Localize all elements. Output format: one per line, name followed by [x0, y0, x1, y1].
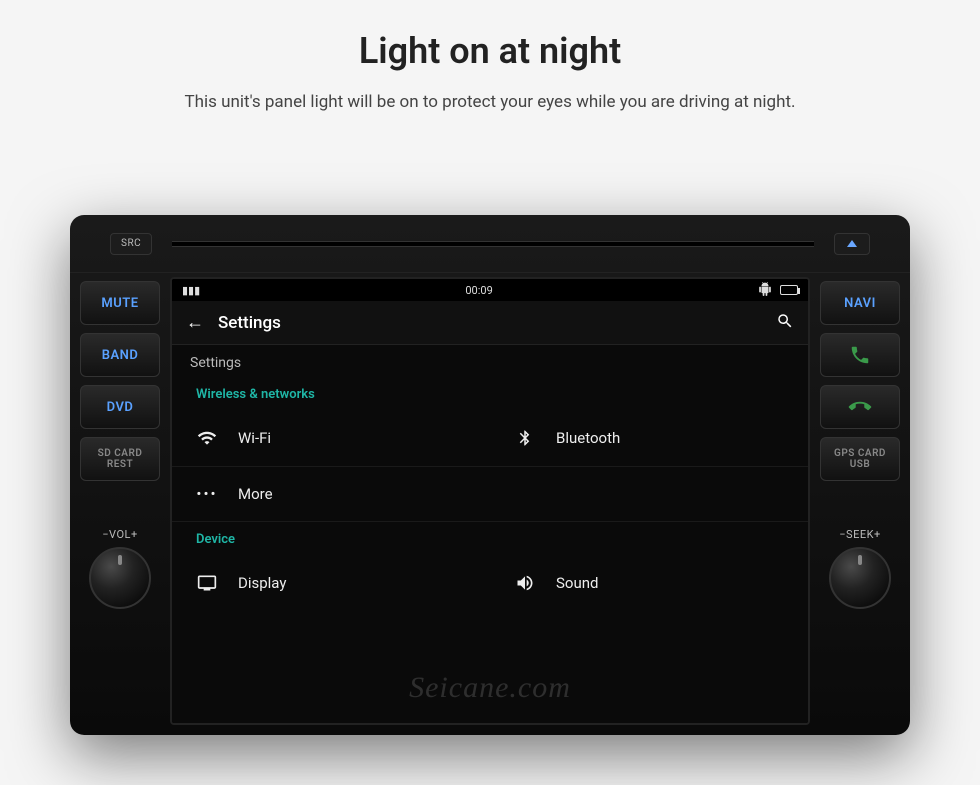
wifi-icon — [196, 428, 218, 448]
mute-button[interactable]: MUTE — [80, 281, 160, 325]
page-subtitle: This unit's panel light will be on to pr… — [0, 92, 980, 112]
seek-knob[interactable] — [829, 547, 891, 609]
touch-screen: ▮▮▮ 00:09 ← Settings — [170, 277, 810, 725]
band-button[interactable]: BAND — [80, 333, 160, 377]
usb-label: USB — [850, 459, 871, 470]
bluetooth-item[interactable]: Bluetooth — [490, 410, 808, 466]
section-device-title: Device — [172, 522, 808, 555]
sound-icon — [514, 573, 536, 593]
signal-icon: ▮▮▮ — [182, 284, 200, 297]
more-label: More — [238, 485, 273, 503]
status-bar: ▮▮▮ 00:09 — [172, 279, 808, 301]
seek-knob-label: −SEEK+ — [839, 528, 880, 541]
section-wireless-title: Wireless & networks — [172, 377, 808, 410]
dvd-button[interactable]: DVD — [80, 385, 160, 429]
battery-icon — [780, 285, 798, 295]
phone-answer-icon — [849, 344, 871, 366]
settings-body: Settings Wireless & networks Wi-Fi Bluet… — [172, 345, 808, 723]
volume-knob-label: −VOL+ — [102, 528, 137, 541]
sdcard-label: SD CARD — [98, 448, 143, 459]
appbar-title: Settings — [218, 313, 281, 333]
android-icon — [758, 282, 772, 299]
display-label: Display — [238, 574, 286, 592]
rest-label: REST — [107, 459, 133, 470]
volume-knob[interactable] — [89, 547, 151, 609]
bluetooth-icon — [514, 429, 536, 447]
sound-item[interactable]: Sound — [490, 555, 808, 611]
navi-button[interactable]: NAVI — [820, 281, 900, 325]
unit-top-panel: SRC — [70, 215, 910, 273]
app-bar: ← Settings — [172, 301, 808, 345]
left-button-column: MUTE BAND DVD SD CARD REST −VOL+ — [70, 273, 170, 735]
bluetooth-label: Bluetooth — [556, 429, 620, 447]
phone-answer-button[interactable] — [820, 333, 900, 377]
sdcard-rest-button[interactable]: SD CARD REST — [80, 437, 160, 481]
wifi-label: Wi-Fi — [238, 429, 271, 447]
right-button-column: NAVI GPS CARD USB −SEEK+ — [810, 273, 910, 735]
eject-button[interactable] — [834, 233, 870, 255]
settings-subheader: Settings — [172, 345, 808, 377]
eject-icon — [847, 240, 857, 247]
search-icon[interactable] — [776, 312, 794, 334]
statusbar-time: 00:09 — [465, 284, 492, 297]
page-title: Light on at night — [0, 30, 980, 72]
head-unit: SRC MUTE BAND DVD SD CARD REST −VOL+ ▮▮ — [70, 215, 910, 735]
more-icon: ••• — [196, 485, 218, 503]
gpscard-label: GPS CARD — [834, 448, 886, 459]
display-item[interactable]: Display — [172, 555, 490, 611]
gpscard-usb-button[interactable]: GPS CARD USB — [820, 437, 900, 481]
more-item[interactable]: ••• More — [172, 467, 490, 521]
empty-item — [490, 467, 808, 521]
cd-slot — [172, 241, 814, 247]
display-icon — [196, 573, 218, 593]
sound-label: Sound — [556, 574, 598, 592]
src-button[interactable]: SRC — [110, 233, 152, 255]
phone-hangup-icon — [844, 391, 875, 422]
wifi-item[interactable]: Wi-Fi — [172, 410, 490, 466]
phone-hangup-button[interactable] — [820, 385, 900, 429]
back-icon[interactable]: ← — [186, 312, 204, 333]
